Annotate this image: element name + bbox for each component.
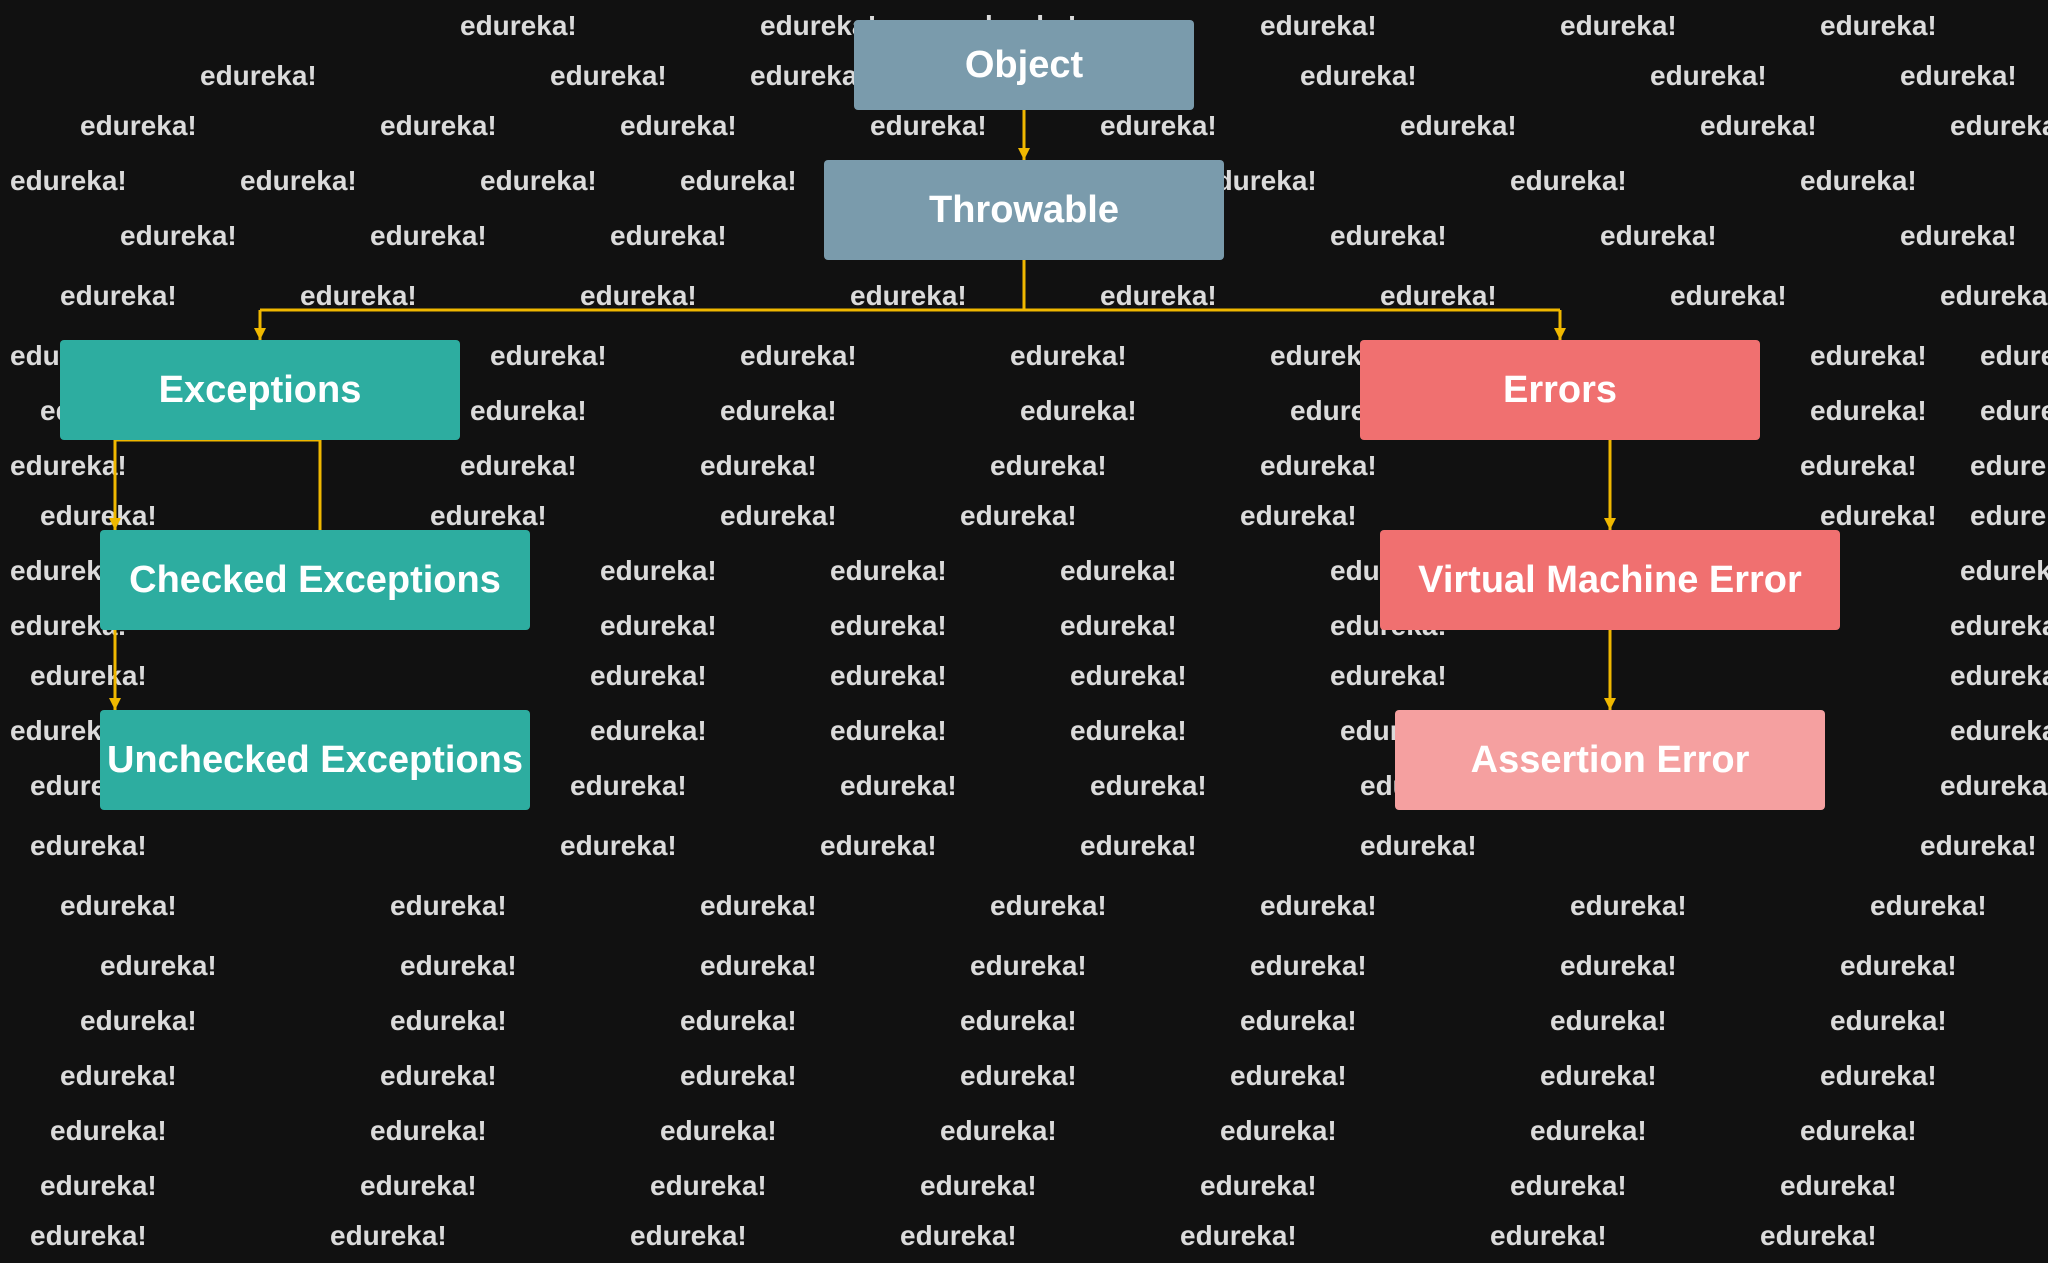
node-exceptions: Exceptions <box>60 340 460 440</box>
node-errors: Errors <box>1360 340 1760 440</box>
node-unchecked-exceptions: Unchecked Exceptions <box>100 710 530 810</box>
node-object: Object <box>854 20 1194 110</box>
node-virtual-machine-error: Virtual Machine Error <box>1380 530 1840 630</box>
node-assertion-error: Assertion Error <box>1395 710 1825 810</box>
node-throwable: Throwable <box>824 160 1224 260</box>
node-checked-exceptions: Checked Exceptions <box>100 530 530 630</box>
